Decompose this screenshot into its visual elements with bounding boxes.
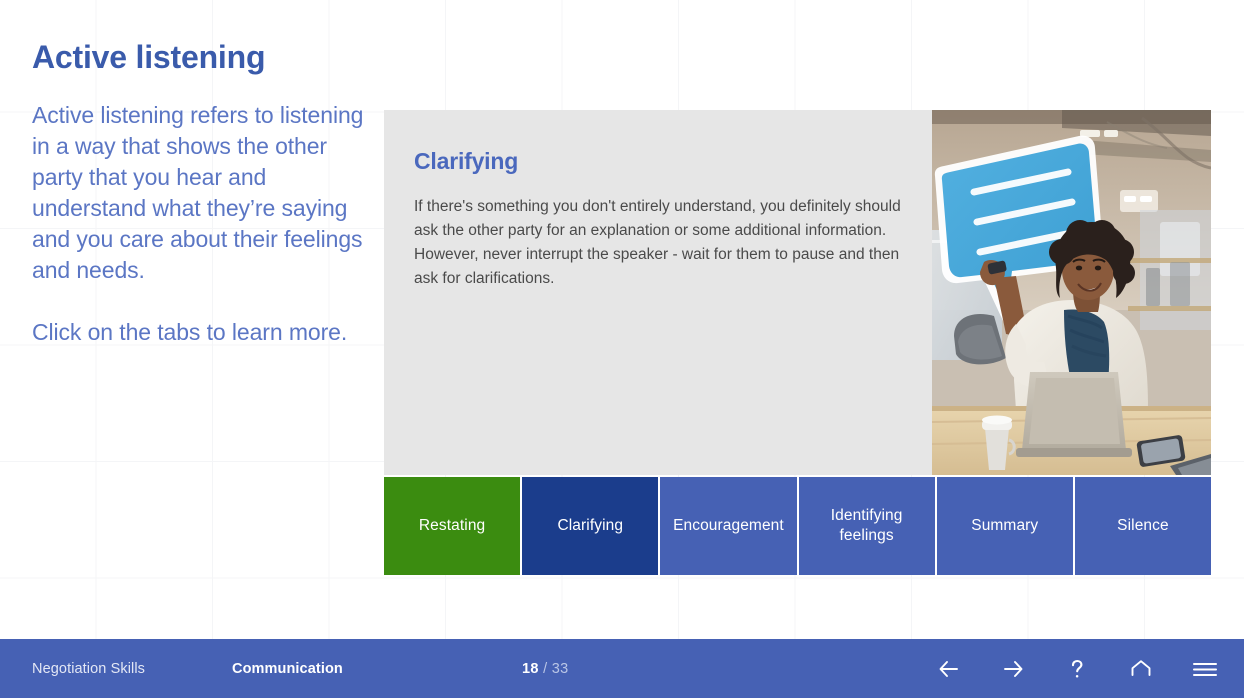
tab-silence[interactable]: Silence bbox=[1074, 477, 1212, 575]
intro-paragraph-1: Active listening refers to listening in … bbox=[32, 102, 364, 284]
previous-slide-button[interactable] bbox=[936, 656, 962, 682]
tab-restating[interactable]: Restating bbox=[384, 477, 521, 575]
left-text-column: Active listening Active listening refers… bbox=[32, 38, 372, 348]
tab-content-heading: Clarifying bbox=[414, 148, 519, 174]
tab-encouragement[interactable]: Encouragement bbox=[660, 477, 797, 575]
page-separator: / bbox=[538, 660, 552, 677]
footer-nav-group bbox=[936, 656, 1218, 682]
page-title: Active listening bbox=[32, 39, 266, 75]
page-indicator: 18 / 33 bbox=[522, 661, 568, 677]
question-mark-icon bbox=[1064, 656, 1090, 682]
tab-content-card: Clarifying If there's something you don'… bbox=[384, 110, 1211, 475]
next-slide-button[interactable] bbox=[1000, 656, 1026, 682]
tab-summary[interactable]: Summary bbox=[936, 477, 1073, 575]
help-button[interactable] bbox=[1064, 656, 1090, 682]
tab-bar[interactable]: Restating Clarifying Encouragement Ident… bbox=[384, 477, 1212, 575]
tab-clarifying[interactable]: Clarifying bbox=[522, 477, 659, 575]
page-total: 33 bbox=[551, 660, 569, 677]
arrow-right-icon bbox=[1000, 656, 1026, 682]
tab-content-body: If there's something you don't entirely … bbox=[414, 198, 901, 287]
home-button[interactable] bbox=[1128, 656, 1154, 682]
tab-identifying-feelings[interactable]: Identifying feelings bbox=[798, 477, 935, 575]
woman-holding-speech-bubble-sign-photo bbox=[932, 110, 1211, 475]
hamburger-menu-icon bbox=[1191, 656, 1219, 682]
intro-paragraph-2: Click on the tabs to learn more. bbox=[32, 319, 348, 346]
footer-course-title: Negotiation Skills bbox=[32, 660, 146, 677]
tab-content-text: Clarifying If there's something you don'… bbox=[414, 148, 914, 291]
page-current: 18 bbox=[522, 660, 539, 677]
home-icon bbox=[1128, 656, 1154, 682]
arrow-left-icon bbox=[936, 656, 962, 682]
slide-canvas: Active listening Active listening refers… bbox=[0, 0, 1244, 698]
menu-button[interactable] bbox=[1192, 656, 1218, 682]
footer-bar: Negotiation Skills Communication 18 / 33 bbox=[0, 639, 1244, 698]
footer-section-title: Communication bbox=[232, 660, 343, 677]
